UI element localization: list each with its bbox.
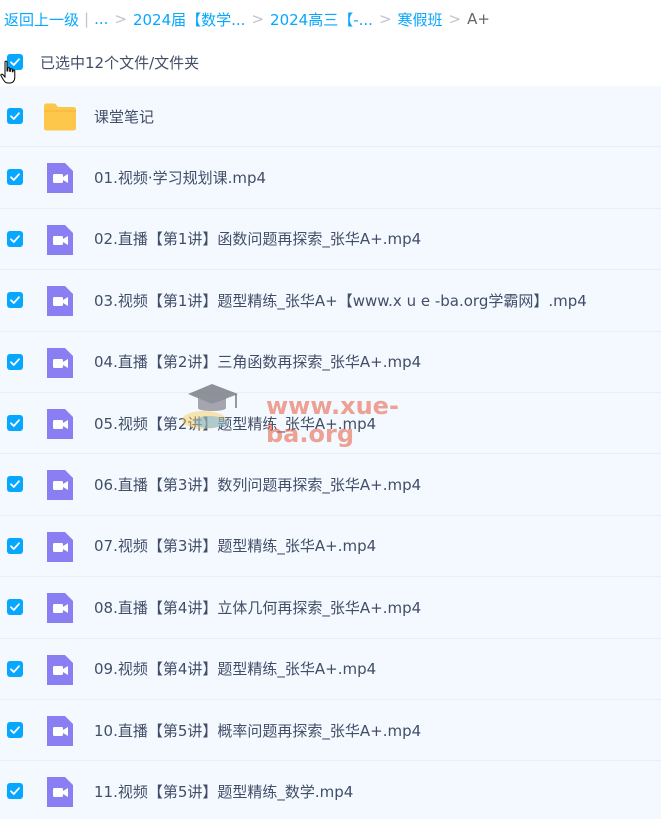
file-row[interactable]: 10.直播【第5讲】概率问题再探索_张华A+.mp4 [0, 699, 661, 762]
check-icon [10, 664, 20, 673]
file-checkbox[interactable] [7, 599, 23, 616]
video-file-icon [47, 593, 73, 624]
file-name[interactable]: 03.视频【第1讲】题型精练_张华A+【www.x u e -ba.org学霸网… [94, 290, 587, 311]
video-file-icon [47, 286, 73, 317]
breadcrumb-pipe: | [84, 10, 90, 28]
check-icon [10, 542, 20, 550]
file-row[interactable]: 02.直播【第1讲】函数问题再探索_张华A+.mp4 [0, 208, 661, 271]
check-icon [10, 726, 20, 734]
video-file-icon [47, 224, 73, 255]
video-file-icon [47, 163, 73, 194]
file-name[interactable]: 01.视频·学习规划课.mp4 [94, 167, 266, 188]
breadcrumb-crumb-2[interactable]: 2024高三【-... [270, 9, 373, 30]
file-row[interactable]: 01.视频·学习规划课.mp4 [0, 147, 661, 209]
file-row[interactable]: 06.直播【第3讲】数列问题再探索_张华A+.mp4 [0, 454, 661, 516]
selection-count-label: 已选中12个文件/文件夹 [40, 53, 200, 72]
file-row[interactable]: 课堂笔记 [0, 86, 661, 148]
breadcrumb-sep: > [251, 10, 265, 28]
breadcrumb-sep: > [114, 10, 127, 28]
file-checkbox[interactable] [7, 169, 23, 186]
video-file-icon [47, 777, 73, 808]
file-name[interactable]: 09.视频【第4讲】题型精练_张华A+.mp4 [94, 658, 376, 679]
breadcrumb-sep: > [448, 10, 462, 28]
video-file-icon [47, 654, 73, 685]
file-name[interactable]: 06.直播【第3讲】数列问题再探索_张华A+.mp4 [94, 474, 421, 495]
file-name[interactable]: 02.直播【第1讲】函数问题再探索_张华A+.mp4 [94, 228, 421, 249]
file-checkbox[interactable] [7, 353, 23, 370]
breadcrumb-ellipsis[interactable]: ... [94, 10, 108, 28]
check-icon [10, 603, 20, 612]
file-checkbox[interactable] [7, 721, 23, 738]
file-row[interactable]: 03.视频【第1讲】题型精练_张华A+【www.x u e -ba.org学霸网… [0, 270, 661, 332]
hand-cursor-icon [0, 60, 16, 84]
file-checkbox[interactable] [7, 476, 23, 493]
file-list: 课堂笔记 01.视频·学习规划课.mp4 02.直播【第1讲】函数问题再探索_张华A… [0, 86, 661, 819]
file-row[interactable]: 11.视频【第5讲】题型精练_数学.mp4 [0, 761, 661, 819]
file-checkbox[interactable] [7, 292, 23, 309]
breadcrumb-sep: > [378, 10, 392, 28]
breadcrumb-crumb-3[interactable]: 寒假班 [398, 9, 443, 30]
file-row[interactable]: 04.直播【第2讲】三角函数再探索_张华A+.mp4 [0, 331, 661, 393]
file-name[interactable]: 07.视频【第3讲】题型精练_张华A+.mp4 [94, 535, 376, 556]
file-row[interactable]: 08.直播【第4讲】立体几何再探索_张华A+.mp4 [0, 577, 661, 639]
file-name[interactable]: 05.视频【第2讲】题型精练_张华A+.mp4 [94, 413, 376, 434]
select-all-bar: 已选中12个文件/文件夹 [0, 38, 661, 86]
check-icon [10, 787, 20, 796]
check-icon [10, 173, 20, 182]
file-name[interactable]: 04.直播【第2讲】三角函数再探索_张华A+.mp4 [94, 351, 421, 372]
file-name[interactable]: 08.直播【第4讲】立体几何再探索_张华A+.mp4 [94, 597, 421, 618]
back-link[interactable]: 返回上一级 [4, 9, 79, 30]
file-checkbox[interactable] [7, 783, 23, 800]
check-icon [10, 235, 20, 243]
file-row[interactable]: 09.视频【第4讲】题型精练_张华A+.mp4 [0, 638, 661, 700]
check-icon [10, 112, 20, 120]
file-name[interactable]: 11.视频【第5讲】题型精练_数学.mp4 [94, 781, 353, 802]
breadcrumb: 返回上一级 | ... > 2024届【数学... > 2024高三【-... … [0, 0, 661, 38]
file-row[interactable]: 05.视频【第2讲】题型精练_张华A+.mp4 [0, 392, 661, 455]
video-file-icon [47, 715, 73, 746]
check-icon [10, 480, 20, 489]
file-row[interactable]: 07.视频【第3讲】题型精练_张华A+.mp4 [0, 515, 661, 578]
video-file-icon [47, 408, 73, 439]
file-checkbox[interactable] [7, 537, 23, 554]
check-icon [10, 357, 20, 366]
file-checkbox[interactable] [7, 660, 23, 677]
video-file-icon [47, 531, 73, 562]
breadcrumb-current: A+ [467, 10, 490, 28]
check-icon [10, 419, 20, 427]
file-name[interactable]: 10.直播【第5讲】概率问题再探索_张华A+.mp4 [94, 720, 421, 741]
file-checkbox[interactable] [7, 108, 23, 124]
file-name[interactable]: 课堂笔记 [94, 106, 154, 127]
folder-icon [44, 103, 76, 131]
file-checkbox[interactable] [7, 230, 23, 247]
video-file-icon [47, 347, 73, 378]
check-icon [10, 296, 20, 305]
breadcrumb-crumb-1[interactable]: 2024届【数学... [133, 9, 245, 30]
file-checkbox[interactable] [7, 414, 23, 431]
video-file-icon [47, 470, 73, 501]
